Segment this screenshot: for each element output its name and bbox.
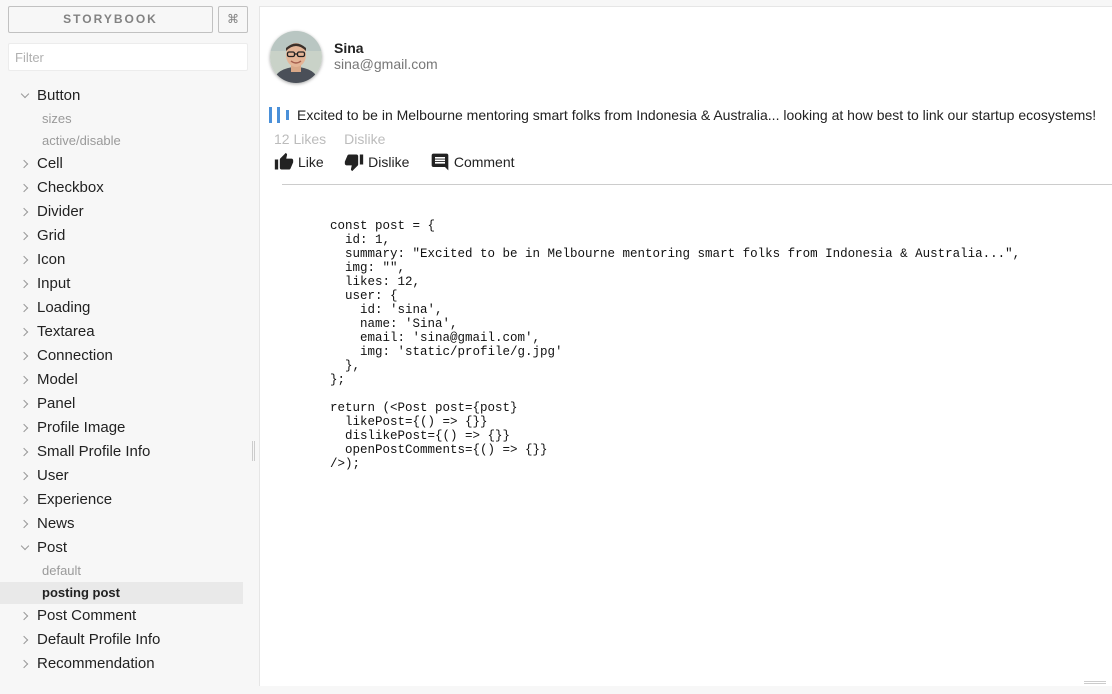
avatar-photo-icon — [270, 31, 322, 83]
nav-item-label: Profile Image — [37, 419, 126, 436]
broken-image-icon — [269, 106, 295, 123]
chevron-right-icon — [20, 224, 30, 248]
chevron-right-icon — [20, 248, 30, 272]
chevron-right-icon — [20, 604, 30, 628]
nav-item-divider[interactable]: Divider — [0, 200, 258, 224]
chevron-right-icon — [20, 512, 30, 536]
profile-avatar[interactable] — [270, 31, 322, 83]
chevron-right-icon — [20, 652, 30, 676]
nav-item-label: Grid — [37, 227, 66, 244]
nav-item-checkbox[interactable]: Checkbox — [0, 176, 258, 200]
nav-item-label: Default Profile Info — [37, 631, 161, 648]
nav-item-experience[interactable]: Experience — [0, 488, 258, 512]
resize-grip-icon[interactable] — [1084, 681, 1106, 684]
chevron-right-icon — [20, 392, 30, 416]
nav-item-label: Input — [37, 275, 71, 292]
nav-item-connection[interactable]: Connection — [0, 344, 258, 368]
nav-item-panel[interactable]: Panel — [0, 392, 258, 416]
nav-item-label: Button — [37, 87, 81, 104]
chevron-right-icon — [20, 320, 30, 344]
nav-item-label: Checkbox — [37, 179, 104, 196]
chevron-right-icon — [20, 464, 30, 488]
like-label: Like — [298, 154, 324, 170]
dislike-button[interactable]: Dislike — [344, 150, 409, 174]
nav-item-label: Small Profile Info — [37, 443, 151, 460]
comment-label: Comment — [453, 154, 515, 170]
story-nav: Button sizes active/disable Cell Checkbo… — [0, 84, 258, 676]
nav-item-label: Recommendation — [37, 655, 155, 672]
nav-item-grid[interactable]: Grid — [0, 224, 258, 248]
chevron-right-icon — [20, 152, 30, 176]
filter-input[interactable] — [8, 43, 248, 71]
nav-item-label: Post — [37, 539, 68, 556]
nav-item-label: Panel — [37, 395, 76, 412]
dislikes-count: Dislike — [344, 131, 386, 147]
nav-item-default-profile-info[interactable]: Default Profile Info — [0, 628, 258, 652]
thumbs-down-icon — [344, 154, 364, 172]
summary-text: Excited to be in Melbourne mentoring sma… — [297, 106, 1097, 123]
nav-item-label: User — [37, 467, 69, 484]
nav-item-label: Model — [37, 371, 78, 388]
post-divider — [282, 184, 1112, 185]
nav-item-label: Cell — [37, 155, 63, 172]
post-actions: Like Dislike Comment — [274, 150, 531, 174]
nav-item-label: Textarea — [37, 323, 95, 340]
nav-item-label: Icon — [37, 251, 66, 268]
nav-sub-posting-post[interactable]: posting post — [0, 582, 243, 604]
chevron-right-icon — [20, 416, 30, 440]
chevron-down-icon — [20, 84, 30, 108]
nav-item-input[interactable]: Input — [0, 272, 258, 296]
nav-item-recommendation[interactable]: Recommendation — [0, 652, 258, 676]
nav-item-button[interactable]: Button — [0, 84, 258, 108]
nav-item-cell[interactable]: Cell — [0, 152, 258, 176]
nav-item-textarea[interactable]: Textarea — [0, 320, 258, 344]
thumbs-up-icon — [274, 152, 294, 170]
nav-item-label: Connection — [37, 347, 113, 364]
chevron-right-icon — [20, 488, 30, 512]
nav-item-post-comment[interactable]: Post Comment — [0, 604, 258, 628]
nav-item-label: News — [37, 515, 75, 532]
nav-item-label: Experience — [37, 491, 113, 508]
nav-sub-sizes[interactable]: sizes — [0, 108, 243, 130]
post-counts: 12 Likes Dislike — [274, 131, 385, 147]
nav-sub-default[interactable]: default — [0, 560, 243, 582]
nav-item-small-profile-info[interactable]: Small Profile Info — [0, 440, 258, 464]
nav-item-loading[interactable]: Loading — [0, 296, 258, 320]
dislike-label: Dislike — [368, 154, 410, 170]
post-summary: Excited to be in Melbourne mentoring sma… — [269, 106, 1096, 126]
nav-item-label: Loading — [37, 299, 91, 316]
chevron-right-icon — [20, 368, 30, 392]
nav-item-post[interactable]: Post — [0, 536, 258, 560]
comment-button[interactable]: Comment — [430, 150, 515, 174]
chevron-right-icon — [20, 296, 30, 320]
chevron-right-icon — [20, 628, 30, 652]
story-source-code: const post = { id: 1, summary: "Excited … — [330, 219, 1021, 471]
nav-item-label: Post Comment — [37, 607, 137, 624]
chevron-right-icon — [20, 272, 30, 296]
likes-count: 12 Likes — [274, 131, 327, 147]
nav-sub-active-disable[interactable]: active/disable — [0, 130, 243, 152]
sidebar: STORYBOOK ⌘ Button sizes active/disable … — [0, 0, 258, 694]
storybook-brand-button[interactable]: STORYBOOK — [8, 6, 213, 33]
chevron-down-icon — [20, 536, 30, 560]
like-button[interactable]: Like — [274, 150, 324, 174]
chevron-right-icon — [20, 440, 30, 464]
comment-icon — [431, 153, 449, 171]
nav-item-profile-image[interactable]: Profile Image — [0, 416, 258, 440]
user-email: sina@gmail.com — [334, 56, 438, 72]
chevron-right-icon — [20, 344, 30, 368]
nav-item-model[interactable]: Model — [0, 368, 258, 392]
user-name[interactable]: Sina — [334, 40, 364, 56]
shortcuts-button[interactable]: ⌘ — [218, 6, 248, 33]
nav-item-news[interactable]: News — [0, 512, 258, 536]
nav-item-icon[interactable]: Icon — [0, 248, 258, 272]
nav-item-user[interactable]: User — [0, 464, 258, 488]
story-preview: Sina sina@gmail.com Excited to be in Mel… — [259, 6, 1112, 686]
chevron-right-icon — [20, 200, 30, 224]
sidebar-resize-handle[interactable] — [252, 441, 255, 461]
chevron-right-icon — [20, 176, 30, 200]
nav-item-label: Divider — [37, 203, 84, 220]
